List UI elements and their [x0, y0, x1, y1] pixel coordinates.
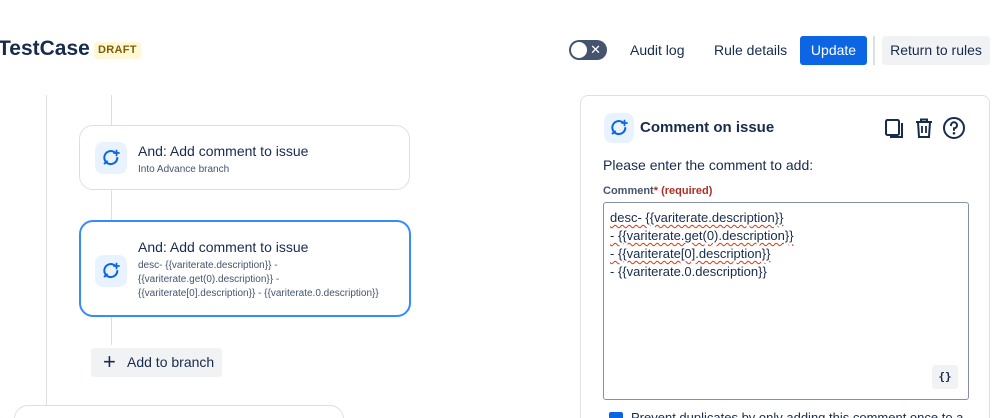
duplicate-icon[interactable] [883, 116, 907, 140]
audit-log-button[interactable]: Audit log [620, 36, 694, 65]
add-to-branch-label: Add to branch [127, 354, 215, 370]
rule-enabled-toggle[interactable]: ✕ [569, 40, 607, 60]
panel-actions [883, 116, 973, 140]
return-to-rules-button[interactable]: Return to rules [882, 36, 990, 65]
comment-line: desc- {{variterate.description}} [610, 210, 784, 225]
add-to-branch-button[interactable]: + Add to branch [91, 348, 222, 377]
flow-step-title: And: Add comment to issue [138, 239, 309, 255]
flow-step-title: And: Add comment to issue [138, 143, 309, 159]
flow-step-next[interactable] [14, 405, 344, 418]
flow-step-add-comment-1[interactable]: And: Add comment to issue Into Advance b… [79, 125, 410, 190]
flow-step-add-comment-2-selected[interactable]: And: Add comment to issue desc- {{varite… [79, 220, 411, 317]
flow-connector-outer [46, 95, 47, 418]
prevent-duplicates-checkbox[interactable] [609, 412, 623, 418]
header-divider [873, 36, 875, 65]
comment-prompt: Please enter the comment to add: [603, 157, 814, 173]
flow-step-subtitle: Into Advance branch [138, 164, 230, 175]
plus-icon: + [103, 349, 116, 374]
comment-add-icon [604, 113, 634, 143]
comment-add-icon [95, 255, 127, 287]
rule-header: TestCase DRAFT ✕ Audit log Rule details … [0, 0, 998, 100]
flow-step-subtitle: desc- {{variterate.description}} - {{var… [138, 260, 379, 299]
comment-line: - {{variterate[0].description}} [610, 246, 771, 261]
required-text: (required) [661, 185, 713, 197]
comment-line: - {{variterate.0.description}} [610, 264, 767, 279]
status-badge: DRAFT [94, 42, 141, 59]
rule-details-button[interactable]: Rule details [704, 36, 797, 65]
toggle-knob [571, 42, 587, 58]
action-config-panel: Comment on issue Please enter the commen… [580, 95, 990, 418]
help-icon[interactable] [942, 116, 966, 140]
smart-values-button[interactable]: {} [932, 365, 958, 389]
panel-title: Comment on issue [640, 119, 775, 136]
delete-icon[interactable] [912, 116, 936, 140]
page-title: TestCase [0, 37, 90, 60]
comment-label-text: Comment [603, 185, 654, 197]
update-button[interactable]: Update [800, 36, 867, 65]
prevent-duplicates-label: Prevent duplicates by only adding this c… [631, 410, 964, 418]
toggle-off-icon: ✕ [590, 42, 601, 57]
comment-add-icon [95, 142, 127, 174]
required-asterisk: * [653, 185, 659, 197]
comment-textarea[interactable]: desc- {{variterate.description}} - {{var… [603, 202, 969, 400]
comment-line: - {{variterate.get(0).description}} [610, 228, 794, 243]
comment-field-label: Comment* (required) [603, 185, 712, 197]
